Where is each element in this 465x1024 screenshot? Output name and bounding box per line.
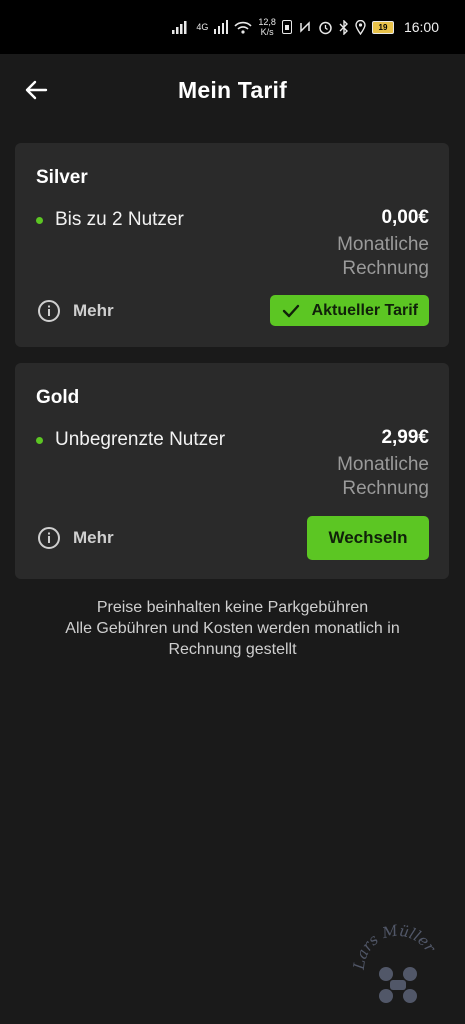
current-plan-label: Aktueller Tarif [311, 301, 418, 319]
footnote-line: Preise beinhalten keine Parkgebühren [96, 599, 369, 616]
more-info-label: Mehr [73, 301, 114, 320]
sim-icon [281, 20, 292, 34]
plan-feature-text: Bis zu 2 Nutzer [55, 209, 184, 230]
current-plan-badge: Aktueller Tarif [269, 295, 429, 326]
network-speed: 12,8 K/s [258, 17, 276, 37]
battery-icon: 19 [371, 20, 394, 34]
pricing-footnote: Preise beinhalten keine Parkgebühren All… [20, 597, 445, 660]
plan-price: 0,00€ [381, 207, 429, 228]
more-info-button[interactable]: Mehr [37, 526, 114, 550]
speed-value: 12,8 [258, 17, 276, 27]
signal-icon [172, 21, 187, 34]
app-header: Mein Tarif [0, 54, 465, 128]
plan-feature: Bis zu 2 Nutzer [36, 209, 184, 231]
watermark-text: Lars Müller [350, 921, 440, 971]
footnote-line: Alle Gebühren und Kosten werden monatlic… [65, 620, 400, 637]
plan-billing: Monatliche Rechnung [337, 234, 429, 279]
switch-plan-button[interactable]: Wechseln [307, 516, 429, 560]
bullet-dot-icon [36, 216, 43, 224]
info-icon [38, 300, 60, 322]
plan-billing: Monatliche Rechnung [337, 454, 429, 499]
checkmark-icon [282, 304, 299, 317]
nfc-icon [300, 21, 310, 33]
status-bar: 4G 12,8 K/s 19 16:00 [0, 0, 465, 54]
watermark-logo: Lars Müller [350, 921, 440, 1003]
network-type: 4G [196, 22, 209, 32]
status-time: 16:00 [403, 19, 439, 35]
more-info-label: Mehr [73, 528, 114, 547]
page-title: Mein Tarif [178, 77, 287, 103]
plan-price: 2,99€ [381, 427, 429, 448]
alarm-icon [319, 21, 332, 34]
wifi-icon [234, 21, 253, 34]
plan-name: Gold [36, 387, 80, 408]
plan-card-gold: Gold Unbegrenzte Nutzer 2,99€ Monatliche… [15, 363, 449, 579]
footnote-line: Rechnung gestellt [168, 641, 297, 658]
bullet-dot-icon [36, 436, 43, 444]
bluetooth-icon [339, 19, 348, 35]
info-icon [38, 527, 60, 549]
svg-text:Lars Müller: Lars Müller [350, 921, 440, 971]
plan-card-silver: Silver Bis zu 2 Nutzer 0,00€ Monatliche … [15, 143, 449, 347]
speed-unit: K/s [260, 27, 274, 37]
price-block: 2,99€ Monatliche Rechnung [299, 425, 429, 501]
plan-feature: Unbegrenzte Nutzer [36, 429, 225, 451]
location-icon [355, 19, 366, 35]
status-icons: 4G 12,8 K/s 19 16:00 [172, 0, 439, 54]
plan-name: Silver [36, 167, 88, 188]
signal-2-icon [214, 20, 229, 34]
plan-feature-text: Unbegrenzte Nutzer [55, 429, 226, 450]
price-block: 0,00€ Monatliche Rechnung [299, 205, 429, 281]
more-info-button[interactable]: Mehr [37, 299, 114, 323]
